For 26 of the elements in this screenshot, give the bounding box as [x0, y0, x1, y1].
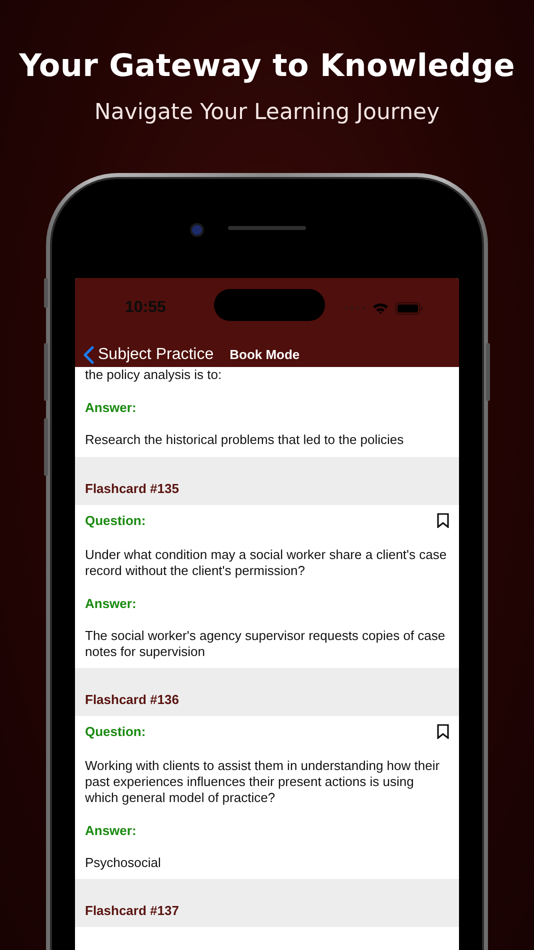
question-label: Question:	[85, 513, 146, 528]
bookmark-icon[interactable]	[437, 513, 449, 528]
flashcard-title: Flashcard #135	[85, 481, 179, 496]
wifi-icon	[372, 302, 389, 314]
flashcard-title: Flashcard #137	[85, 903, 179, 918]
question-text: Working with clients to assist them in understanding how their past experiences influences their present actions is using which general model of practice?	[85, 758, 441, 806]
answer-text: Research the historical problems that led to the policies	[85, 432, 405, 448]
question-text: Under what condition may a social worker share a client's case record without the client's permission?	[85, 547, 448, 579]
chevron-left-icon	[83, 346, 94, 364]
bookmark-icon[interactable]	[437, 724, 449, 739]
answer-label: Answer:	[85, 400, 138, 415]
answer-label: Answer:	[85, 596, 138, 611]
question-label: Question:	[85, 724, 146, 739]
status-time: 10:55	[125, 299, 167, 317]
headline: Your Gateway to Knowledge	[19, 48, 515, 84]
screen-title: Book Mode	[230, 347, 300, 362]
flashcard-title: Flashcard #136	[85, 692, 179, 707]
answer-text: Psychosocial	[85, 855, 162, 871]
speaker-icon	[228, 226, 306, 230]
subheadline: Navigate Your Learning Journey	[94, 100, 440, 125]
back-button[interactable]: Subject Practice	[83, 346, 214, 364]
camera-icon	[190, 223, 204, 237]
answer-label: Answer:	[85, 823, 138, 838]
battery-icon	[395, 302, 423, 314]
question-text: the policy analysis is to:	[85, 367, 223, 383]
answer-text: The social worker's agency supervisor requests copies of case notes for supervision	[85, 628, 446, 660]
